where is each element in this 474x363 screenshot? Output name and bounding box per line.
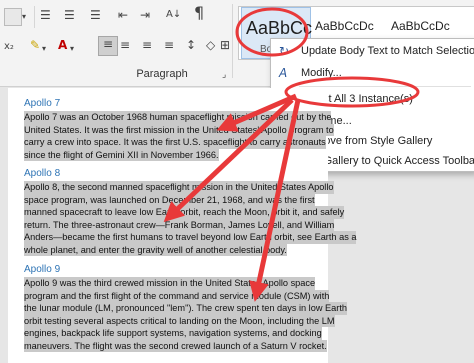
paragraph-line: since the flight of Gemini XII in Novemb… [24,148,219,161]
menu-item-label: Update Body Text to Match Selection [301,45,474,57]
paragraph-line: whole planet, and enter the gravity well… [24,243,287,256]
paragraph-line: return. The three-astronaut crew—Frank B… [24,218,335,231]
paragraph-line: Apollo 9 was the third crewed mission in… [24,277,316,290]
show-formatting-icon[interactable]: ¶ [194,5,204,21]
paragraph-line: maneuvers. The flight was the second cre… [24,339,327,352]
borders-icon[interactable]: ⊞ [220,38,230,52]
decrease-indent-icon[interactable]: ⇤ [118,8,128,22]
multilevel-list-icon[interactable]: ☰ [90,8,101,22]
align-center-icon[interactable]: ≡ [120,38,130,52]
paragraph-line: engines, backpack life support systems, … [24,327,322,340]
font-color-icon[interactable]: A [58,38,67,52]
increase-indent-icon[interactable]: ⇥ [140,8,150,22]
align-right-icon[interactable]: ≡ [142,38,152,52]
section-paragraph[interactable]: Apollo 8, the second manned spaceflight … [24,181,357,256]
style-sample: AaBbCc [246,18,313,38]
dropdown-chevron-icon[interactable]: ▾ [22,10,26,24]
paragraph-line: manned spacecraft to leave low Earth orb… [24,206,345,219]
numbering-icon[interactable]: ☰ [64,8,75,22]
modify-style-icon: A [279,66,288,80]
justify-icon[interactable]: ≡ [164,38,174,52]
section-paragraph[interactable]: Apollo 9 was the third crewed mission in… [24,277,347,352]
menu-item-label: Modify... [301,67,342,79]
text-highlight-icon[interactable]: ✎ [30,38,40,52]
section-paragraph[interactable]: Apollo 7 was an October 1968 human space… [24,111,334,161]
paragraph-line: the lunar module (LM, pronounced "lem").… [24,302,347,315]
section-heading: Apollo 8 [24,168,61,179]
text-highlight-dropdown-icon[interactable]: ▾ [42,42,46,56]
document-page[interactable]: Apollo 7 Apollo 7 was an October 1968 hu… [8,88,357,363]
paragraph-group-label: Paragraph [136,68,188,80]
align-left-icon[interactable]: ≡ [98,36,118,56]
sort-icon[interactable]: A↓ [166,8,181,22]
paragraph-line: program and the first flight of the comm… [24,289,330,302]
paragraph-line: Apollo 7 was an October 1968 human space… [24,111,332,124]
line-spacing-icon[interactable]: ↕ [186,38,196,52]
font-color-dropdown-icon[interactable]: ▾ [70,42,74,56]
menu-item-modify[interactable]: A Modify... [271,63,474,85]
paragraph-line: United States. It was the first mission … [24,123,334,136]
section-heading: Apollo 7 [24,98,61,109]
style-sample: AaBbCcDc [391,19,450,33]
paragraph-line: Apollo 8, the second manned spaceflight … [24,181,334,194]
menu-item-update-style[interactable]: ↻ Update Body Text to Match Selection [271,41,474,63]
menu-separator [299,86,471,87]
section-heading: Apollo 9 [24,264,61,275]
update-style-icon: ↻ [279,44,290,58]
text-effects-icon[interactable] [4,8,22,26]
paragraph-line: Anders—became the first humans to travel… [24,231,357,244]
paragraph-line: carry a crew into space. It was the firs… [24,136,326,149]
style-sample: AaBbCcDc [315,19,374,33]
paragraph-dialog-launcher-icon[interactable]: ⌟ [222,68,226,82]
subscript-icon[interactable]: x₂ [4,40,14,54]
bullets-icon[interactable]: ☰ [40,8,51,22]
paragraph-line: orbit testing several aspects critical t… [24,314,335,327]
paragraph-line: space program, was launched on December … [24,193,315,206]
shading-icon[interactable]: ◇ [206,38,215,52]
